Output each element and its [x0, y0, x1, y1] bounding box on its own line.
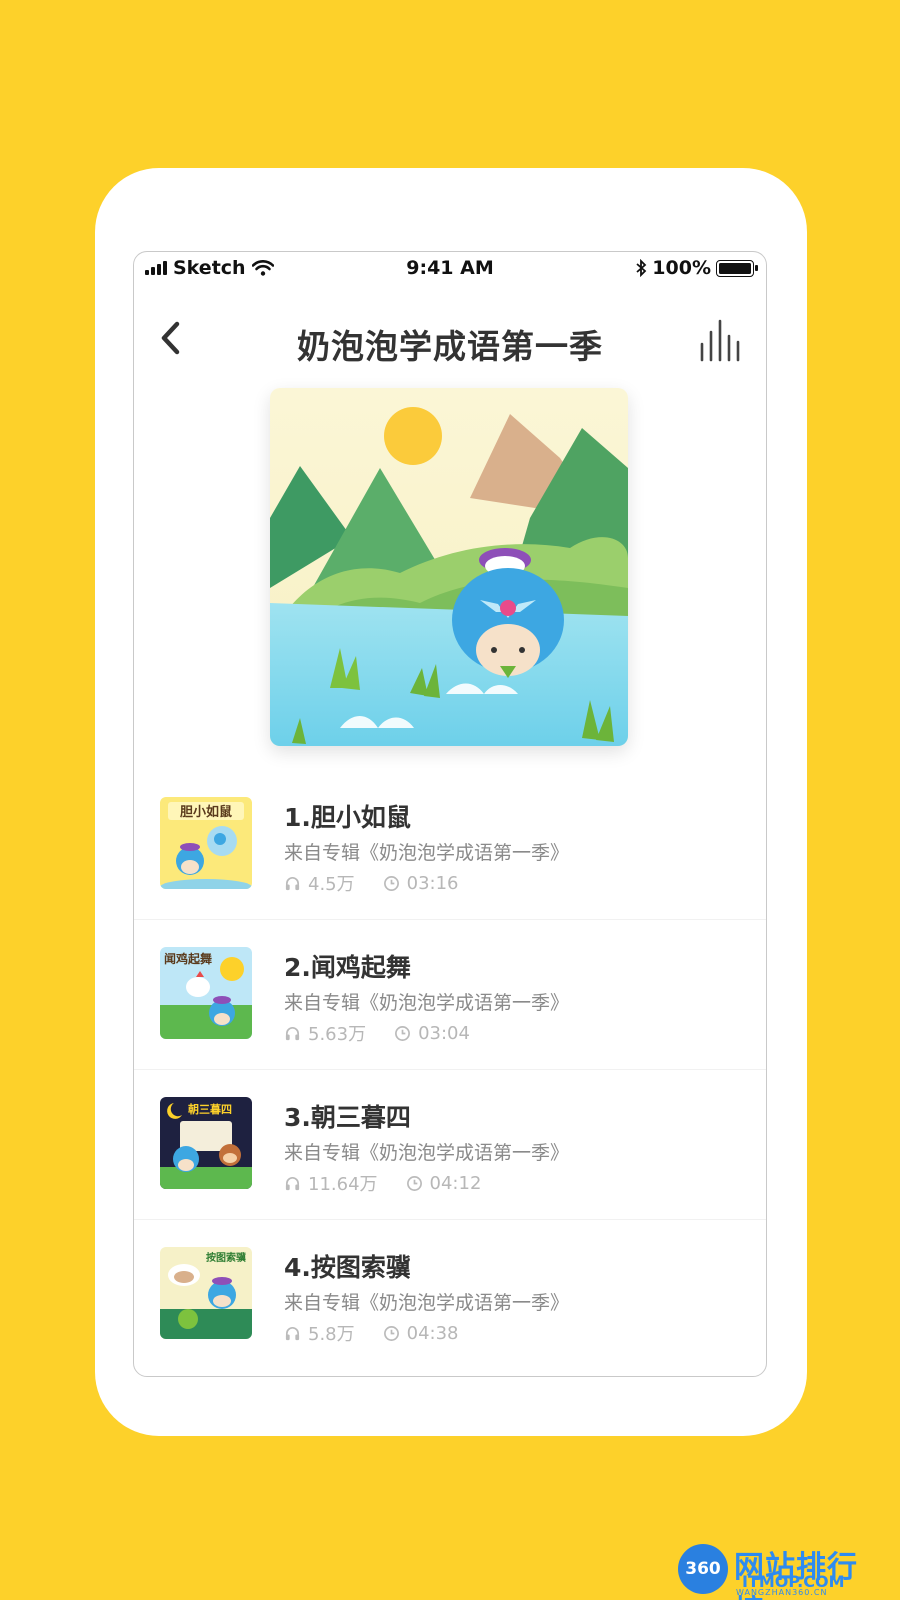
headphones-icon [285, 1176, 300, 1190]
page-title: 奶泡泡学成语第一季 [297, 327, 603, 366]
thumbnail-caption: 胆小如鼠 [180, 804, 232, 820]
track-thumbnail: 闻鸡起舞 [160, 947, 252, 1039]
play-count-value: 11.64万 [308, 1174, 378, 1195]
track-thumbnail-art: 朝三暮四 [160, 1097, 252, 1189]
play-count: 4.5万 [284, 870, 355, 896]
site-watermark: 360 网站排行榜 ITMOP.COM WANGZHAN360.CN [678, 1538, 888, 1600]
duration: 04:12 [406, 1172, 482, 1194]
status-right: 100% [635, 257, 758, 279]
track-item[interactable]: 朝三暮四 3.朝三暮四 来自专辑《奶泡泡学成语第一季》 11.64万 04:12 [134, 1070, 766, 1220]
track-album-source: 来自专辑《奶泡泡学成语第一季》 [284, 1292, 570, 1314]
equalizer-icon[interactable] [698, 318, 744, 362]
duration-value: 03:04 [418, 1022, 470, 1044]
track-meta: 5.8万 04:38 [284, 1320, 459, 1346]
navigation-bar: 奶泡泡学成语第一季 [134, 302, 766, 382]
headphones-icon [285, 1326, 300, 1340]
thumbnail-caption: 闻鸡起舞 [164, 951, 212, 966]
track-title: 1.胆小如鼠 [284, 803, 411, 832]
duration-value: 03:16 [406, 872, 459, 894]
duration: 04:38 [383, 1323, 459, 1344]
duration-value: 04:38 [406, 1322, 459, 1344]
headphones-icon [285, 876, 300, 890]
bluetooth-icon [636, 259, 647, 277]
play-count-value: 4.5万 [308, 874, 355, 895]
watermark-badge: 360 [678, 1544, 728, 1594]
track-item[interactable]: 按图索骥 4.按图索骥 来自专辑《奶泡泡学成语第一季》 5.8万 04:38 [134, 1220, 766, 1370]
track-thumbnail: 胆小如鼠 [160, 797, 252, 889]
track-item[interactable]: 闻鸡起舞 2.闻鸡起舞 来自专辑《奶泡泡学成语第一季》 5.63万 03:04 [134, 920, 766, 1070]
headphones-icon [285, 1026, 300, 1040]
track-title: 3.朝三暮四 [284, 1103, 411, 1132]
thumbnail-caption: 朝三暮四 [188, 1102, 232, 1116]
track-title: 4.按图索骥 [284, 1253, 411, 1282]
track-item[interactable]: 胆小如鼠 1.胆小如鼠 来自专辑《奶泡泡学成语第一季》 4.5万 03:16 [134, 770, 766, 920]
battery-icon [716, 259, 758, 277]
play-count: 11.64万 [284, 1170, 378, 1196]
track-meta: 4.5万 03:16 [284, 870, 459, 896]
track-list: 胆小如鼠 1.胆小如鼠 来自专辑《奶泡泡学成语第一季》 4.5万 03:16 闻… [134, 770, 766, 1370]
track-meta: 5.63万 03:04 [284, 1020, 470, 1046]
play-count-value: 5.8万 [308, 1324, 355, 1345]
phone-screen: Sketch 9:41 AM 100% 奶泡泡学成语第一季 胆小如鼠 1.胆小如… [133, 251, 767, 1377]
status-bar: Sketch 9:41 AM 100% [134, 252, 766, 286]
duration: 03:04 [394, 1023, 470, 1044]
track-album-source: 来自专辑《奶泡泡学成语第一季》 [284, 992, 570, 1014]
play-count: 5.63万 [284, 1020, 366, 1046]
album-cover-illustration [270, 388, 628, 746]
track-thumbnail-art: 按图索骥 [160, 1247, 252, 1339]
play-count-value: 5.63万 [308, 1024, 367, 1045]
track-album-source: 来自专辑《奶泡泡学成语第一季》 [284, 1142, 570, 1164]
battery-percent: 100% [652, 257, 711, 279]
duration: 03:16 [383, 873, 459, 894]
duration-value: 04:12 [429, 1172, 482, 1194]
track-thumbnail: 按图索骥 [160, 1247, 252, 1339]
watermark-url: WANGZHAN360.CN [736, 1588, 828, 1597]
track-album-source: 来自专辑《奶泡泡学成语第一季》 [284, 842, 570, 864]
clock-icon [383, 1325, 399, 1341]
clock-icon [406, 1175, 422, 1191]
track-thumbnail-art: 胆小如鼠 [160, 797, 252, 889]
track-thumbnail: 朝三暮四 [160, 1097, 252, 1189]
album-cover [270, 388, 628, 746]
clock-icon [395, 1025, 411, 1041]
thumbnail-caption: 按图索骥 [206, 1251, 246, 1264]
track-thumbnail-art: 闻鸡起舞 [160, 947, 252, 1039]
clock-icon [383, 875, 399, 891]
track-meta: 11.64万 04:12 [284, 1170, 481, 1196]
track-title: 2.闻鸡起舞 [284, 953, 411, 982]
play-count: 5.8万 [284, 1320, 355, 1346]
